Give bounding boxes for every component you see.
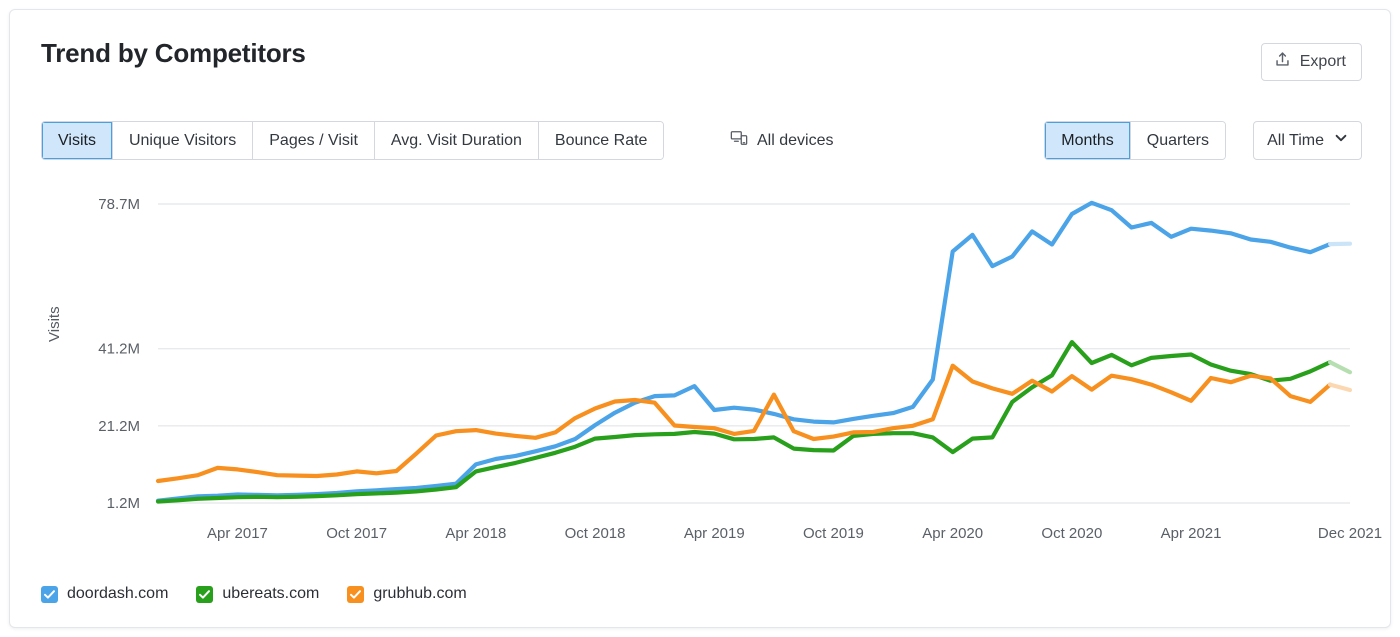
card-header: Trend by Competitors Export	[10, 10, 1390, 102]
chart-toolbar: Visits Unique Visitors Pages / Visit Avg…	[10, 102, 1390, 164]
legend-label-grubhub: grubhub.com	[373, 585, 467, 602]
tab-pages-per-visit[interactable]: Pages / Visit	[253, 122, 375, 159]
metric-tabs: Visits Unique Visitors Pages / Visit Avg…	[41, 121, 665, 160]
upload-icon	[1274, 51, 1291, 73]
tab-bounce-rate[interactable]: Bounce Rate	[538, 122, 664, 159]
devices-icon	[730, 129, 748, 152]
legend-item-doordash[interactable]: doordash.com	[41, 585, 168, 603]
line-forecast-ubereats-com	[1328, 360, 1353, 375]
y-axis-tick: 78.7M	[98, 196, 140, 213]
line-grubhub-com	[155, 363, 1333, 484]
x-axis-tick: Apr 2018	[445, 525, 506, 542]
x-axis-tick: Apr 2021	[1161, 525, 1222, 542]
all-devices-label: All devices	[757, 131, 834, 149]
tab-visits[interactable]: Visits	[42, 122, 113, 159]
export-button-label: Export	[1299, 53, 1346, 70]
x-axis-tick: Apr 2017	[207, 525, 268, 542]
legend-item-ubereats[interactable]: ubereats.com	[196, 585, 319, 603]
chevron-down-icon	[1334, 131, 1348, 150]
legend-label-ubereats: ubereats.com	[222, 585, 320, 602]
trend-by-competitors-card: Trend by Competitors Export Visits Uniqu…	[9, 9, 1391, 628]
export-button[interactable]: Export	[1260, 43, 1362, 81]
chart-legend: doordash.com ubereats.com grubhub.com	[41, 585, 467, 603]
checkbox-grubhub[interactable]	[347, 585, 365, 603]
line-ubereats-com	[155, 340, 1333, 504]
trend-line-chart: 78.7M 41.2M 21.2M 1.2M Apr 2017 Oct 2017 Apr 2…	[98, 196, 1382, 542]
granularity-tabs: Months Quarters	[1044, 121, 1226, 160]
time-range-label: All Time	[1267, 131, 1324, 149]
x-axis-tick: Oct 2017	[326, 525, 387, 542]
checkbox-ubereats[interactable]	[196, 585, 214, 603]
tab-unique-visitors[interactable]: Unique Visitors	[112, 122, 254, 159]
time-range-dropdown[interactable]: All Time	[1253, 121, 1362, 160]
x-axis-tick: Dec 2021	[1318, 525, 1382, 542]
all-devices-selector[interactable]: All devices	[730, 121, 833, 160]
x-axis-tick: Oct 2020	[1041, 525, 1102, 542]
chart-area: Visits 78.7M 41.2M 21.2M 1.2M Apr 2017 Oct 20…	[10, 164, 1390, 559]
x-axis-tick: Oct 2018	[565, 525, 626, 542]
tab-quarters[interactable]: Quarters	[1130, 122, 1225, 159]
y-axis-tick: 1.2M	[107, 495, 140, 512]
legend-label-doordash: doordash.com	[67, 585, 169, 602]
tab-avg-visit-duration[interactable]: Avg. Visit Duration	[374, 122, 539, 159]
x-axis-tick: Oct 2019	[803, 525, 864, 542]
line-doordash-com	[155, 200, 1333, 503]
page-title: Trend by Competitors	[41, 38, 306, 68]
x-axis-tick: Apr 2020	[922, 525, 983, 542]
y-axis-tick: 21.2M	[98, 418, 140, 435]
checkbox-doordash[interactable]	[41, 585, 58, 603]
y-axis-tick: 41.2M	[98, 341, 140, 358]
legend-item-grubhub[interactable]: grubhub.com	[347, 585, 467, 603]
x-axis-tick: Apr 2019	[684, 525, 745, 542]
line-forecast-grubhub-com	[1328, 382, 1353, 393]
tab-months[interactable]: Months	[1045, 122, 1131, 159]
